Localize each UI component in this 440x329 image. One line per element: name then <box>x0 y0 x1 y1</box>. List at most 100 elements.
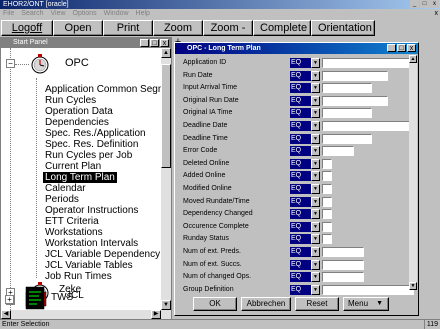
operator-select[interactable]: EQ <box>290 171 311 182</box>
operator-select[interactable]: EQ <box>290 95 311 106</box>
filter-value-input[interactable] <box>322 209 332 220</box>
operator-select[interactable]: EQ <box>290 83 311 94</box>
operator-select[interactable]: EQ <box>290 284 311 295</box>
mdi-close-button[interactable]: x <box>435 9 439 19</box>
tree-item-run-cycles[interactable]: Run Cycles <box>45 95 96 106</box>
dialog-scroll-down-icon[interactable]: ▼ <box>409 282 417 290</box>
operator-select[interactable]: EQ <box>290 221 311 232</box>
operator-select[interactable]: EQ <box>290 247 311 257</box>
complete-button[interactable]: Complete <box>253 20 311 36</box>
scroll-up-arrow-icon[interactable]: ▲ <box>161 48 171 58</box>
dialog-maximize-button[interactable]: □ <box>397 44 406 52</box>
tree-item-jcl-variable-tables[interactable]: JCL Variable Tables <box>45 260 133 271</box>
operator-select[interactable]: EQ <box>290 133 311 144</box>
tree-item-operation-data[interactable]: Operation Data <box>45 106 113 117</box>
reset-button[interactable]: Reset <box>295 297 339 311</box>
operator-dropdown-icon[interactable]: ▼ <box>311 158 320 169</box>
operator-dropdown-icon[interactable]: ▼ <box>311 95 320 106</box>
operator-dropdown-icon[interactable]: ▼ <box>311 83 320 94</box>
tree-item-job-run-times[interactable]: Job Run Times <box>45 271 112 282</box>
operator-dropdown-icon[interactable]: ▼ <box>311 108 320 119</box>
tree-item-periods[interactable]: Periods <box>45 194 79 205</box>
minimize-button[interactable]: _ <box>410 0 419 8</box>
tree-horizontal-scrollbar[interactable]: ◀ ▶ <box>1 310 171 319</box>
filter-value-input[interactable] <box>322 146 354 157</box>
operator-dropdown-icon[interactable]: ▼ <box>311 284 320 295</box>
print-button[interactable]: Print <box>103 20 153 36</box>
menu-view[interactable]: View <box>50 9 65 19</box>
filter-value-input[interactable] <box>322 171 332 182</box>
dialog-close-button[interactable]: x <box>407 44 416 52</box>
scroll-down-arrow-icon[interactable]: ▼ <box>161 300 171 310</box>
tree-node-opc[interactable]: OPC <box>65 57 89 69</box>
zoom-in-button[interactable]: Zoom + <box>153 20 203 48</box>
filter-value-input[interactable] <box>322 196 332 207</box>
logoff-button[interactable]: Logoff <box>1 20 53 36</box>
filter-value-input[interactable] <box>322 83 372 94</box>
ok-button[interactable]: OK <box>193 297 237 311</box>
operator-select[interactable]: EQ <box>290 234 311 245</box>
operator-dropdown-icon[interactable]: ▼ <box>311 209 320 220</box>
menu-search[interactable]: Search <box>21 9 43 19</box>
tree-item-calendar[interactable]: Calendar <box>45 183 86 194</box>
tree-item-workstation-intervals[interactable]: Workstation Intervals <box>45 238 138 249</box>
opc-collapse-toggle[interactable]: − <box>6 59 15 68</box>
start-panel-maximize-button[interactable]: □ <box>150 39 159 47</box>
filter-value-input[interactable] <box>322 259 364 270</box>
operator-select[interactable]: EQ <box>290 196 311 207</box>
tree-scroll-thumb[interactable] <box>161 64 171 168</box>
open-button[interactable]: Open <box>53 20 103 36</box>
operator-dropdown-icon[interactable]: ▼ <box>311 70 320 81</box>
operator-select[interactable]: EQ <box>290 209 311 220</box>
menu-help[interactable]: Help <box>136 9 150 19</box>
dialog-vertical-scrollbar[interactable]: ▲ ▼ <box>409 55 417 290</box>
operator-dropdown-icon[interactable]: ▼ <box>311 272 320 283</box>
tree-item-run-cycles-per-job[interactable]: Run Cycles per Job <box>45 150 132 161</box>
filter-value-input[interactable] <box>322 221 332 232</box>
tree-item-long-term-plan[interactable]: Long Term Plan <box>43 172 117 183</box>
cancel-button[interactable]: Abbrechen <box>241 297 291 311</box>
dialog-scroll-up-icon[interactable]: ▲ <box>409 55 417 63</box>
operator-dropdown-icon[interactable]: ▼ <box>311 58 320 68</box>
operator-dropdown-icon[interactable]: ▼ <box>311 234 320 245</box>
filter-value-input[interactable] <box>322 234 332 245</box>
filter-value-input[interactable] <box>322 284 414 295</box>
filter-value-input[interactable] <box>322 58 414 68</box>
operator-dropdown-icon[interactable]: ▼ <box>311 171 320 182</box>
menu-dropdown-button[interactable]: Menu ▼ <box>343 297 389 311</box>
tree-item-dependencies[interactable]: Dependencies <box>45 117 109 128</box>
maximize-button[interactable]: □ <box>420 0 429 8</box>
filter-value-input[interactable] <box>322 247 364 257</box>
scroll-left-arrow-icon[interactable]: ◀ <box>1 310 11 319</box>
start-panel-minimize-button[interactable]: _ <box>140 39 149 47</box>
filter-value-input[interactable] <box>322 121 414 131</box>
filter-value-input[interactable] <box>322 184 332 194</box>
operator-select[interactable]: EQ <box>290 58 311 68</box>
tree-item-jcl-variable-dependency[interactable]: JCL Variable Dependency <box>45 249 160 260</box>
zoom-out-button[interactable]: Zoom - <box>203 20 253 36</box>
tree-item-operator-instructions[interactable]: Operator Instructions <box>45 205 138 216</box>
operator-select[interactable]: EQ <box>290 158 311 169</box>
operator-dropdown-icon[interactable]: ▼ <box>311 146 320 157</box>
operator-select[interactable]: EQ <box>290 121 311 131</box>
jcl-toggle[interactable]: + <box>5 295 14 304</box>
close-button[interactable]: x <box>430 0 439 8</box>
tree-node-jcl[interactable]: JCL <box>66 290 84 301</box>
tree-item-spec-res-application[interactable]: Spec. Res./Application <box>45 128 146 139</box>
tree-item-application-common-segm[interactable]: Application Common Segm <box>45 84 161 95</box>
operator-dropdown-icon[interactable]: ▼ <box>311 196 320 207</box>
operator-dropdown-icon[interactable]: ▼ <box>311 184 320 194</box>
operator-dropdown-icon[interactable]: ▼ <box>311 247 320 257</box>
filter-value-input[interactable] <box>322 158 332 169</box>
start-panel-close-button[interactable]: x <box>160 39 169 47</box>
filter-value-input[interactable] <box>322 272 364 283</box>
operator-dropdown-icon[interactable]: ▼ <box>311 121 320 131</box>
filter-value-input[interactable] <box>322 108 372 119</box>
menu-window[interactable]: Window <box>104 9 129 19</box>
menu-file[interactable]: File <box>3 9 14 19</box>
operator-dropdown-icon[interactable]: ▼ <box>311 221 320 232</box>
operator-dropdown-icon[interactable]: ▼ <box>311 133 320 144</box>
operator-select[interactable]: EQ <box>290 272 311 283</box>
operator-select[interactable]: EQ <box>290 259 311 270</box>
tree-item-ett-criteria[interactable]: ETT Criteria <box>45 216 99 227</box>
